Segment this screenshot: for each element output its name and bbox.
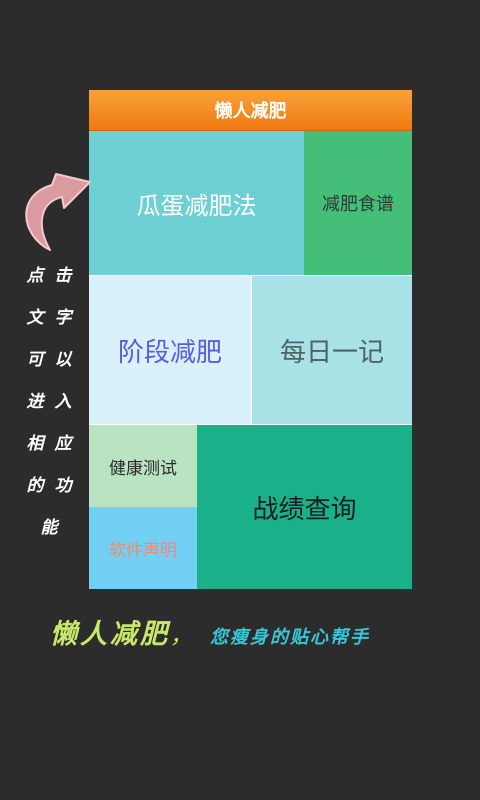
hint-text: 点击文字可以进入相应的功能 [18,255,80,549]
tile-daily-label: 每日一记 [279,337,384,368]
slogan-sub: 您瘦身的贴心帮手 [210,627,371,648]
hint-char: 入 [54,392,72,412]
tile-software-label: 软件声明 [109,540,177,561]
hint-char: 相 [26,434,44,454]
tile-daily-log[interactable]: 每日一记 [251,275,412,424]
hint-line: 文字 [18,297,80,339]
tile-guadan-method[interactable]: 瓜蛋减肥法 [89,131,304,275]
hint-char: 进 [26,392,44,412]
app-title: 懒人减肥 [214,101,287,122]
hint-line: 可以 [18,339,80,381]
hint-char: 的 [26,476,44,496]
slogan: 懒人减肥 ， 您瘦身的贴心帮手 [50,612,450,662]
slogan-main: 懒人减肥 [50,619,170,650]
tile-recipes[interactable]: 减肥食谱 [304,131,412,275]
menu-grid: 瓜蛋减肥法 减肥食谱 阶段减肥 每日一记 健康测试 软件声明 战绩查询 [89,131,412,589]
hint-char: 点 [26,266,44,286]
slogan-comma: ， [170,624,193,649]
hint-char: 能 [40,518,58,538]
hint-char: 功 [54,476,72,496]
curved-arrow-icon [25,173,91,251]
tile-health-label: 健康测试 [109,458,177,479]
hint-char: 字 [54,308,72,328]
hint-line: 相应 [18,423,80,465]
tile-stage-diet[interactable]: 阶段减肥 [89,275,251,424]
tile-recipes-label: 减肥食谱 [322,194,394,215]
hint-line: 点击 [18,255,80,297]
hint-char: 应 [54,434,72,454]
tile-records-label: 战绩查询 [252,494,357,525]
tile-software-statement[interactable]: 软件声明 [89,507,197,589]
hint-char: 文 [26,308,44,328]
hint-char: 以 [54,350,72,370]
hint-line: 能 [18,507,80,549]
tile-health-test[interactable]: 健康测试 [89,424,197,507]
hint-line: 进入 [18,381,80,423]
app-screen: 懒人减肥 瓜蛋减肥法 减肥食谱 阶段减肥 每日一记 健康测试 软件声明 战绩查询… [0,0,480,800]
tile-guadan-label: 瓜蛋减肥法 [136,191,257,220]
tile-stage-label: 阶段减肥 [117,337,222,368]
title-bar: 懒人减肥 [89,90,412,131]
hint-char: 击 [54,266,72,286]
hint-char: 可 [26,350,44,370]
tile-records-query[interactable]: 战绩查询 [197,424,412,589]
hint-line: 的功 [18,465,80,507]
